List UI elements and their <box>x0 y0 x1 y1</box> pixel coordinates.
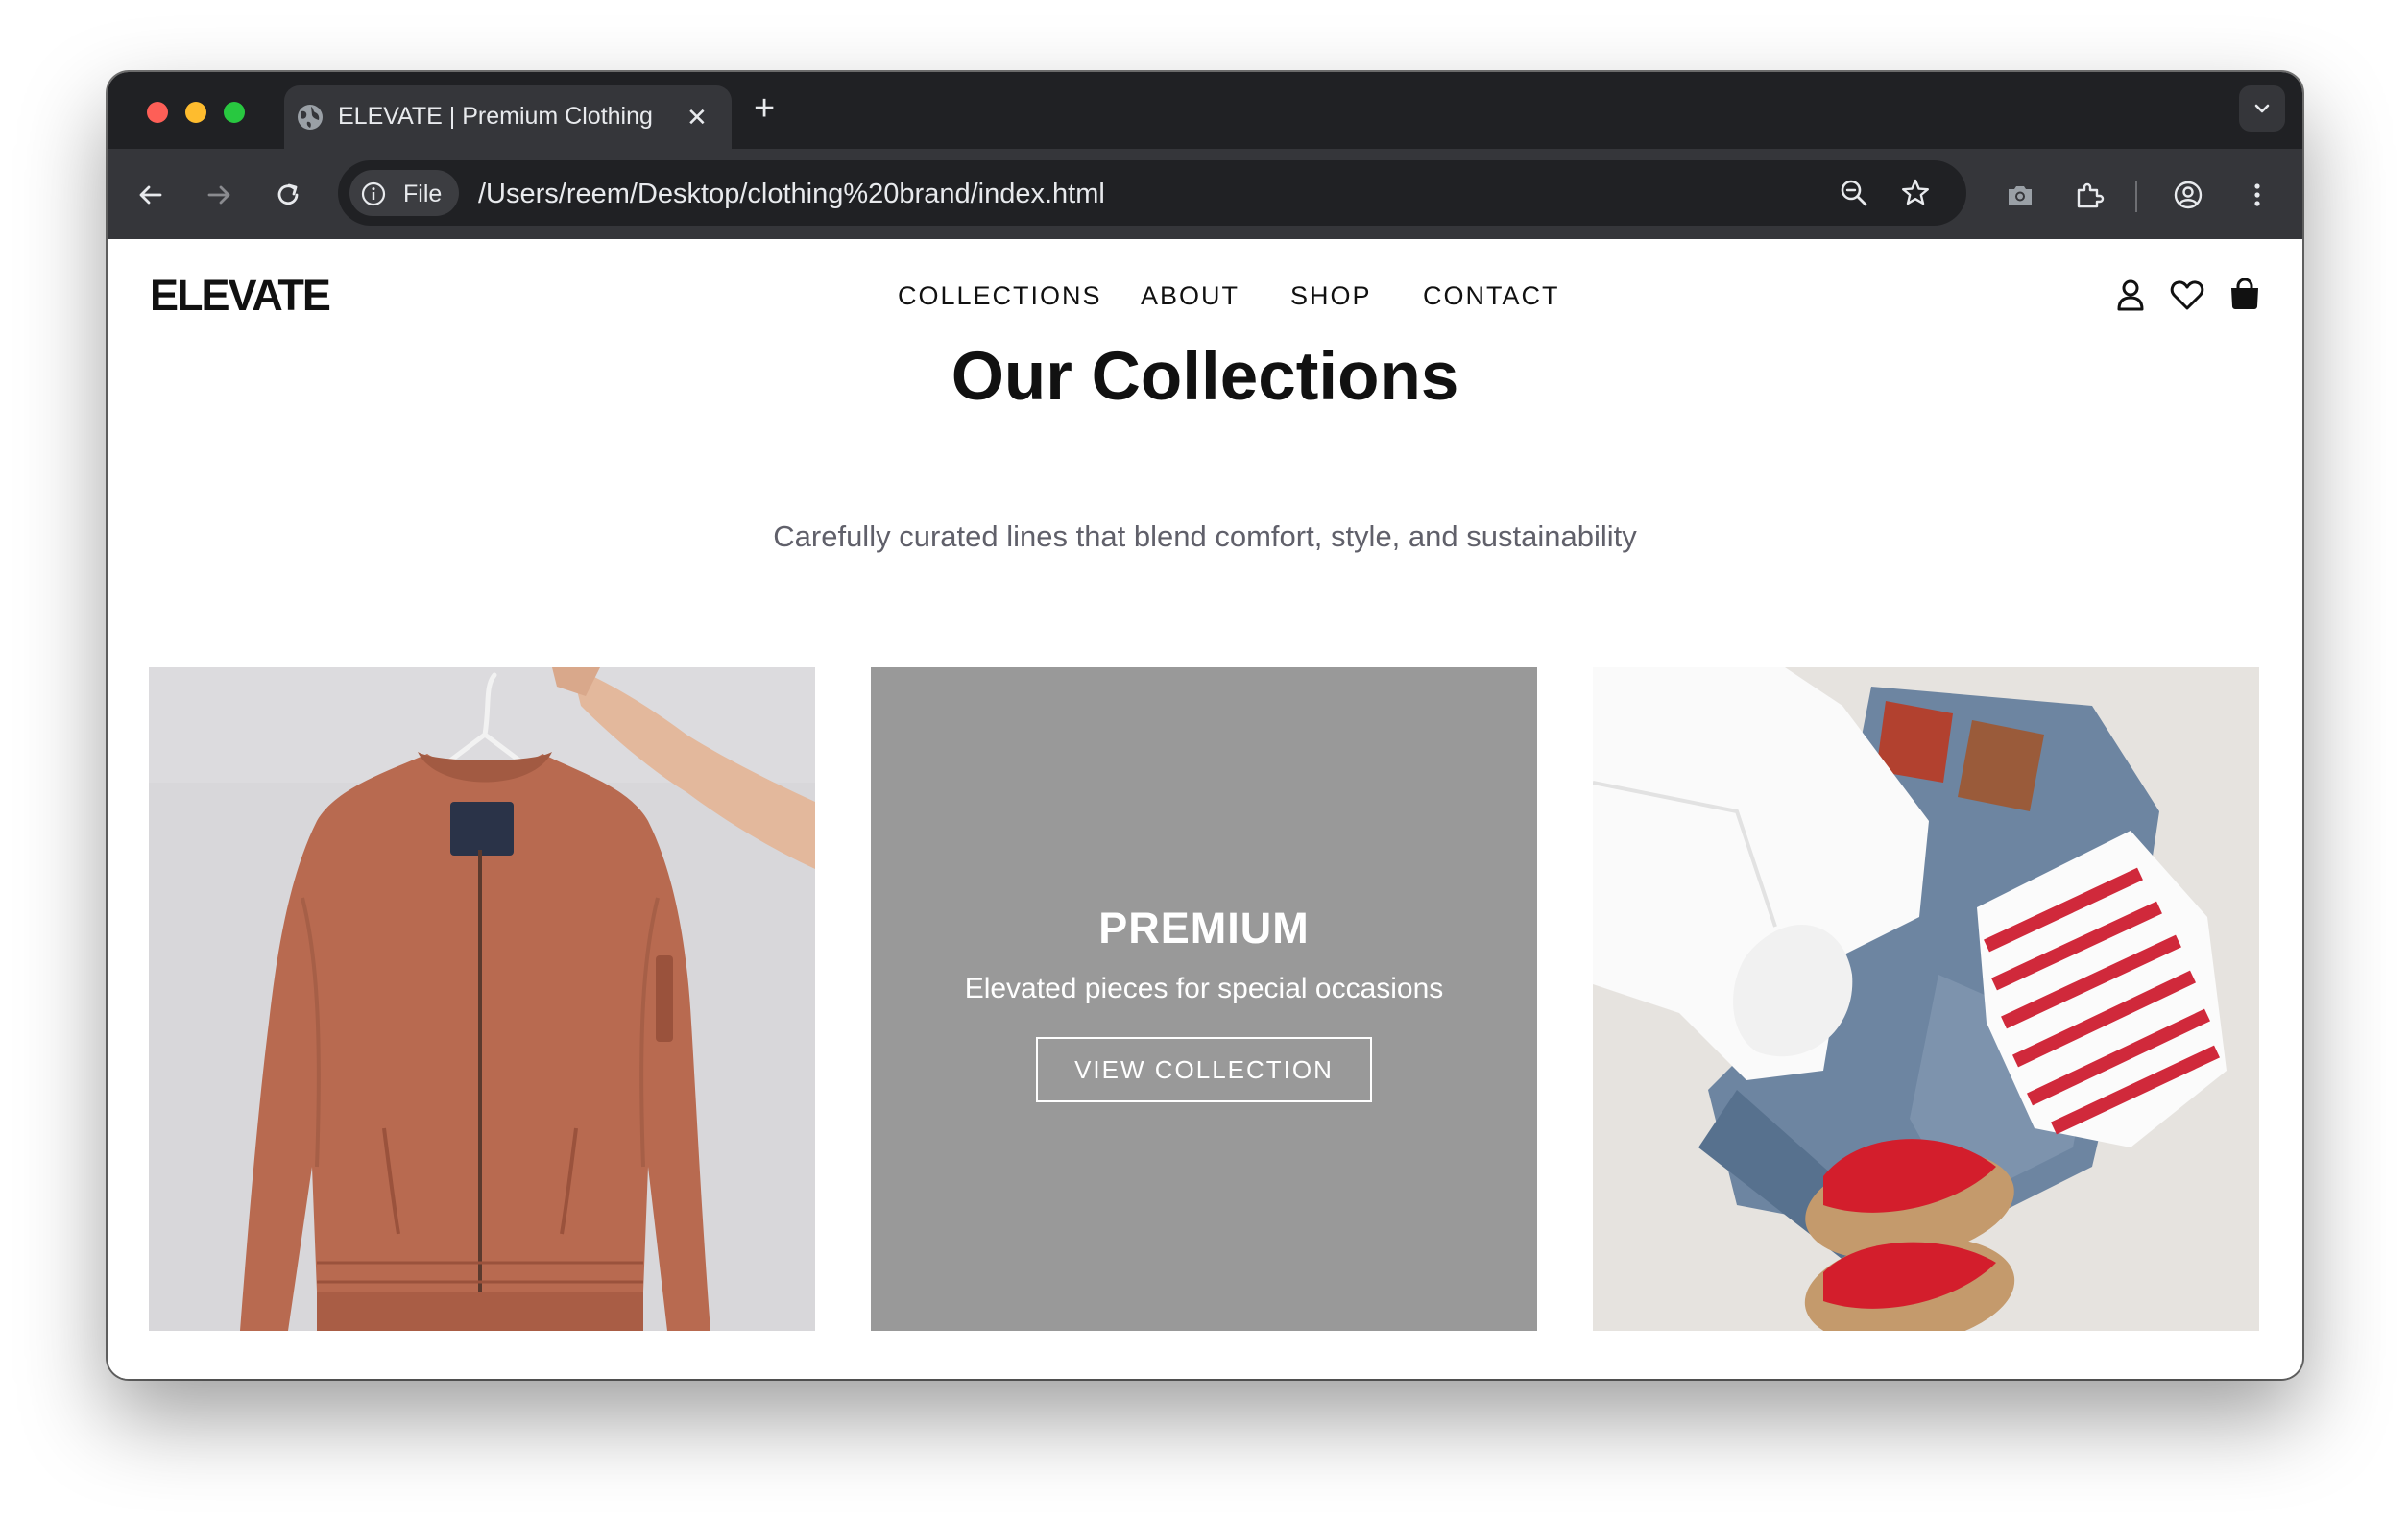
tab-list-icon <box>2254 104 2270 113</box>
browser-toolbar: File /Users/reem/Desktop/clothing%20bran… <box>108 149 2302 239</box>
tab-list-button[interactable] <box>2239 85 2285 132</box>
url-text[interactable]: /Users/reem/Desktop/clothing%20brand/ind… <box>478 179 1105 210</box>
nav-shop[interactable]: SHOP <box>1290 281 1372 310</box>
section-subtitle: Carefully curated lines that blend comfo… <box>773 519 1637 553</box>
section-title: Our Collections <box>951 339 1459 415</box>
browser-window: ELEVATE | Premium Clothing ✕ + File /Use… <box>108 72 2302 1379</box>
forward-icon[interactable] <box>203 179 235 211</box>
shopping-bag-icon[interactable] <box>2226 276 2264 314</box>
tab-close-icon[interactable]: ✕ <box>686 103 708 132</box>
tab-strip: ELEVATE | Premium Clothing ✕ + <box>108 72 2302 149</box>
tab-title: ELEVATE | Premium Clothing <box>338 103 653 130</box>
site-logo[interactable]: ELEVATE <box>150 271 331 321</box>
main-nav: COLLECTIONS <box>898 281 1102 311</box>
account-icon[interactable] <box>2111 276 2150 314</box>
extensions-icon[interactable] <box>2073 179 2106 211</box>
profile-icon[interactable] <box>2172 179 2204 211</box>
zoom-icon[interactable] <box>1838 177 1870 209</box>
bookmark-star-icon[interactable] <box>1899 177 1932 209</box>
info-icon <box>361 181 386 206</box>
address-bar[interactable]: File /Users/reem/Desktop/clothing%20bran… <box>338 160 1966 226</box>
site-header: ELEVATE COLLECTIONS ABOUT SHOP CONTACT <box>108 239 2302 350</box>
browser-tab[interactable]: ELEVATE | Premium Clothing ✕ <box>284 85 732 149</box>
toolbar-divider <box>2135 181 2137 212</box>
card-description: Elevated pieces for special occasions <box>964 973 1444 1004</box>
collection-card-jacket[interactable] <box>149 667 815 1331</box>
flatlay-image <box>1593 667 2259 1331</box>
site-chip-label: File <box>403 181 443 207</box>
collection-card-premium[interactable]: PREMIUM Elevated pieces for special occa… <box>871 667 1537 1331</box>
nav-about[interactable]: ABOUT <box>1141 281 1240 310</box>
collection-card-flatlay[interactable] <box>1593 667 2259 1331</box>
wishlist-heart-icon[interactable] <box>2168 276 2206 314</box>
card-title: PREMIUM <box>1098 904 1310 953</box>
nav-collections[interactable]: COLLECTIONS <box>898 281 1102 310</box>
back-icon[interactable] <box>134 179 167 211</box>
nav-contact[interactable]: CONTACT <box>1423 281 1560 310</box>
web-page: ELEVATE COLLECTIONS ABOUT SHOP CONTACT O… <box>108 239 2302 1379</box>
view-collection-button[interactable]: VIEW COLLECTION <box>1036 1037 1372 1102</box>
new-tab-button[interactable]: + <box>754 85 775 132</box>
camera-icon[interactable] <box>2004 179 2036 211</box>
maximize-window-button[interactable] <box>224 102 245 123</box>
site-info-chip[interactable]: File <box>349 170 459 216</box>
globe-icon <box>296 103 325 132</box>
more-icon[interactable] <box>2241 179 2274 211</box>
jacket-image <box>149 667 815 1331</box>
close-window-button[interactable] <box>147 102 168 123</box>
minimize-window-button[interactable] <box>185 102 206 123</box>
reload-icon[interactable] <box>272 179 304 211</box>
